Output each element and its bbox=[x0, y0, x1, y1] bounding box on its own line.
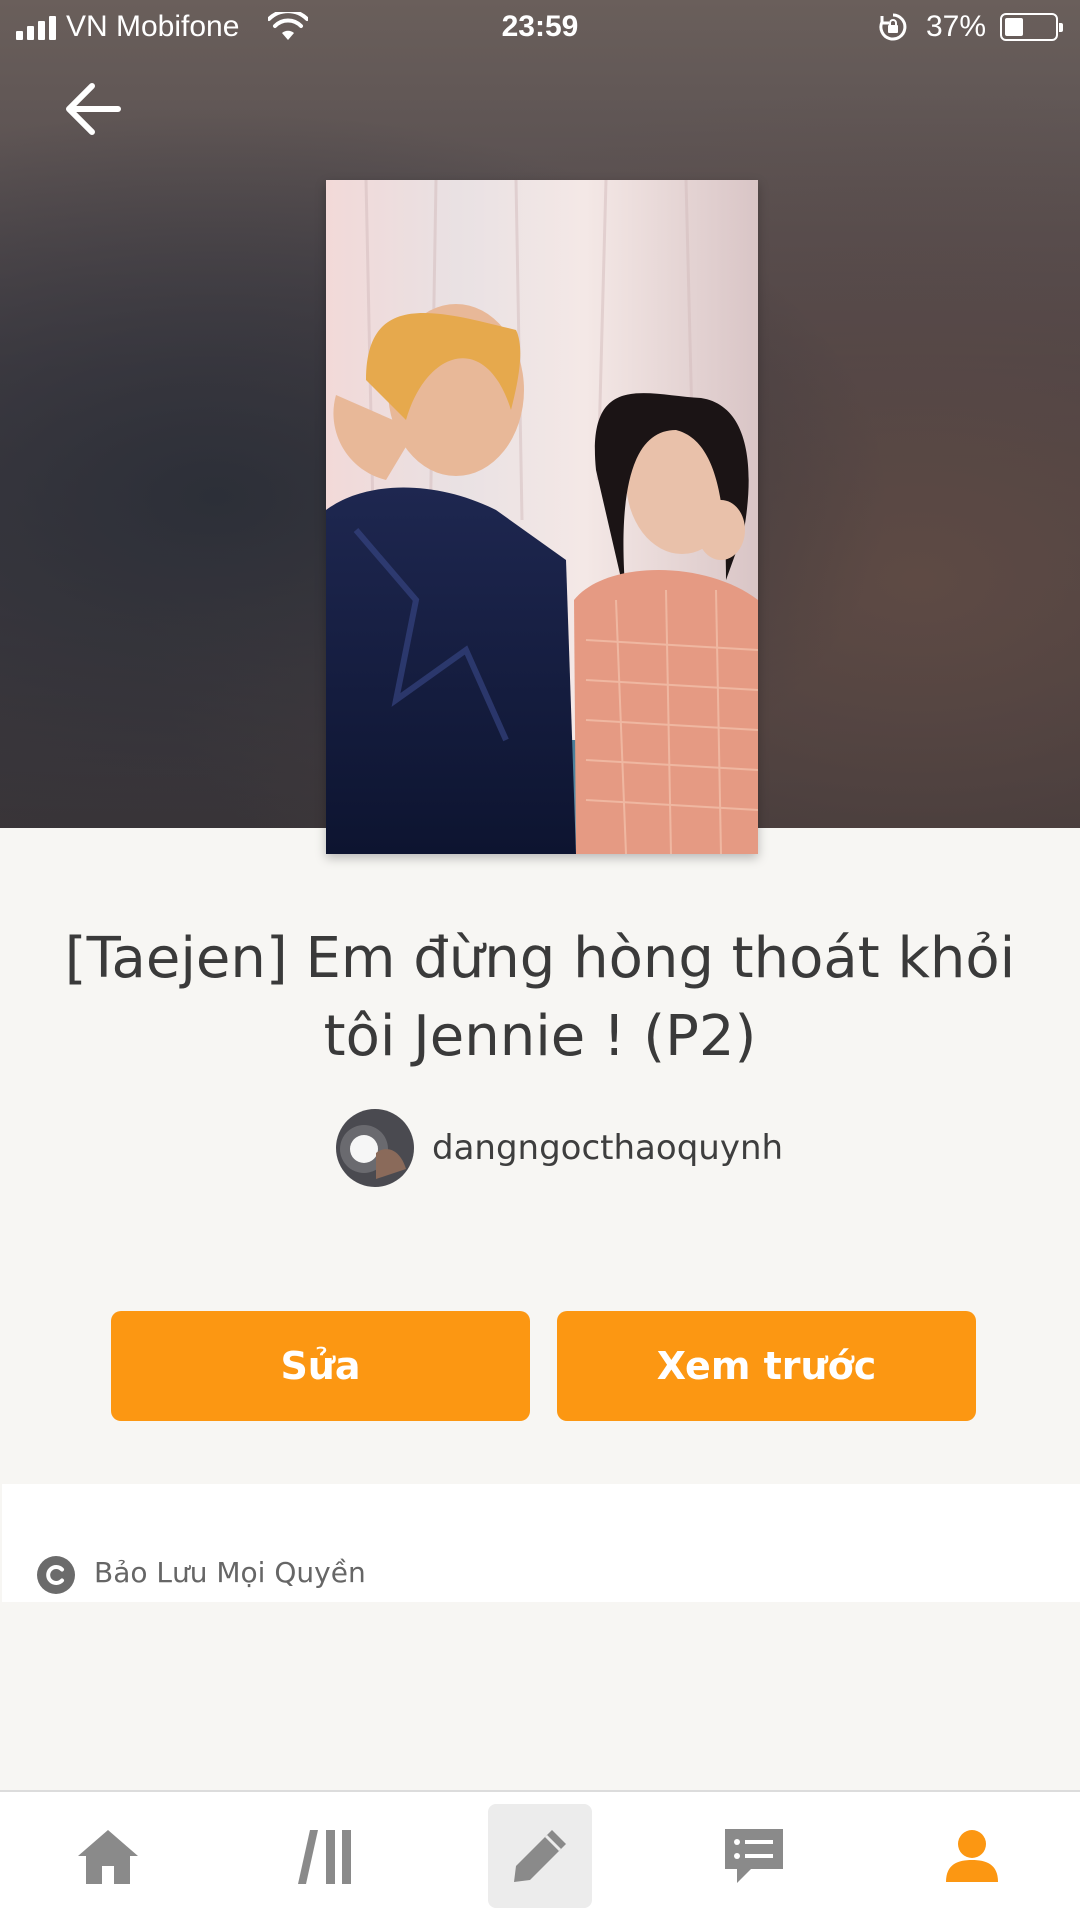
person-icon bbox=[946, 1830, 998, 1882]
home-icon bbox=[78, 1830, 138, 1884]
avatar-photo bbox=[336, 1109, 414, 1187]
cover-photo bbox=[326, 180, 758, 854]
tab-library[interactable] bbox=[274, 1804, 378, 1908]
battery-icon bbox=[1000, 13, 1063, 41]
chat-icon bbox=[725, 1829, 783, 1883]
pencil-icon bbox=[514, 1830, 566, 1882]
rotation-lock-icon bbox=[879, 13, 907, 41]
copyright-label: Bảo Lưu Mọi Quyền bbox=[94, 1556, 366, 1589]
library-icon bbox=[298, 1830, 351, 1884]
status-bar: VN Mobifone 23:59 37% bbox=[0, 0, 1080, 56]
author-name[interactable]: dangngocthaoquynh bbox=[432, 1128, 783, 1168]
avatar[interactable] bbox=[336, 1109, 414, 1187]
preview-button[interactable]: Xem trước bbox=[557, 1311, 976, 1421]
tab-messages[interactable] bbox=[702, 1804, 806, 1908]
story-title: [Taejen] Em đừng hòng thoát khỏi tôi Jen… bbox=[64, 926, 1016, 1069]
story-cover-image[interactable] bbox=[326, 180, 758, 854]
status-time: 23:59 bbox=[501, 10, 579, 43]
back-button[interactable] bbox=[56, 76, 132, 142]
battery-percent: 37% bbox=[926, 10, 987, 43]
tab-profile[interactable] bbox=[920, 1804, 1024, 1908]
tab-write[interactable] bbox=[488, 1804, 592, 1908]
battery-level bbox=[1005, 18, 1023, 36]
edit-button[interactable]: Sửa bbox=[111, 1311, 530, 1421]
tab-home[interactable] bbox=[56, 1804, 160, 1908]
author-row[interactable]: dangngocthaoquynh bbox=[336, 1108, 783, 1188]
copyright-icon bbox=[37, 1556, 75, 1594]
arrow-left-icon bbox=[66, 83, 121, 135]
bottom-tab-bar bbox=[0, 1790, 1080, 1920]
copyright-panel: Bảo Lưu Mọi Quyền bbox=[2, 1484, 1080, 1602]
